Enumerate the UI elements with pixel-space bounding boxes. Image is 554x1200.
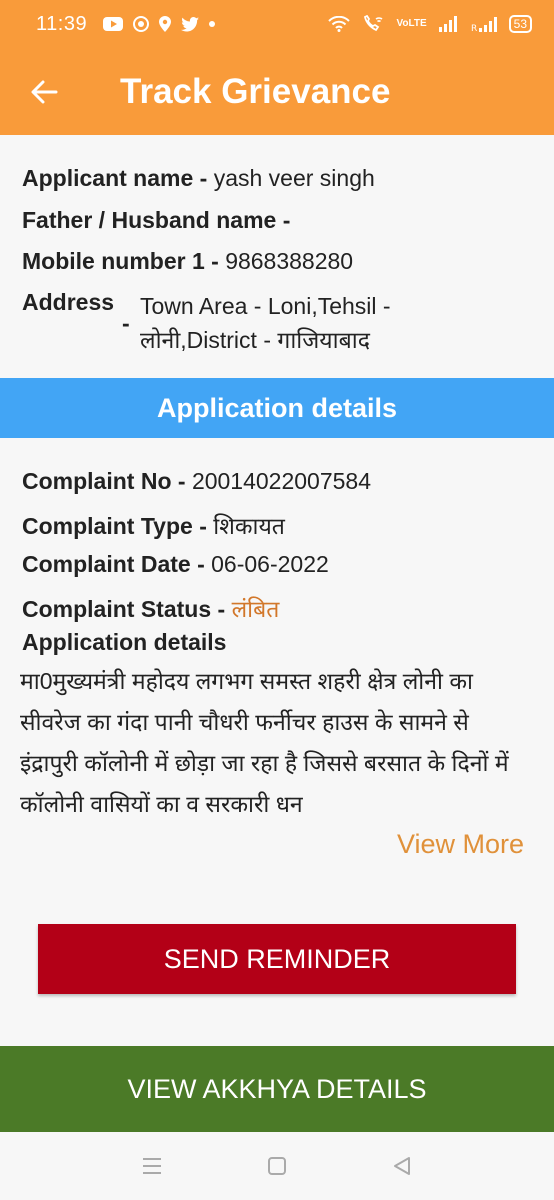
- view-akkhya-details-button[interactable]: VIEW AKKHYA DETAILS: [0, 1046, 554, 1132]
- signal-icon: [438, 16, 459, 32]
- back-arrow-icon: [31, 80, 58, 104]
- send-reminder-button[interactable]: SEND REMINDER: [38, 924, 516, 994]
- chrome-icon: [133, 16, 150, 32]
- application-details-header: Application details: [0, 378, 554, 438]
- volte-bottom-text: LTE: [408, 18, 427, 29]
- complaint-status-label: Complaint Status -: [22, 596, 226, 622]
- complaint-date-row: Complaint Date - 06-06-2022: [22, 551, 329, 578]
- complaint-no-value: 20014022007584: [191, 468, 372, 494]
- applicant-name-label: Applicant name -: [22, 165, 208, 191]
- complaint-no-row: Complaint No - 20014022007584: [22, 468, 371, 495]
- location-icon: [159, 16, 172, 32]
- complaint-type-label: Complaint Type -: [22, 513, 207, 539]
- father-name-row: Father / Husband name -: [22, 207, 290, 234]
- wifi-calling-icon: [362, 15, 384, 33]
- menu-lines-icon: [143, 1158, 162, 1174]
- complaint-status-value: लंबित: [231, 596, 280, 622]
- application-details-label: Application details: [22, 629, 227, 655]
- complaint-no-label: Complaint No -: [22, 468, 186, 494]
- status-bar: 11:39 Vo LTE R 53: [0, 0, 554, 48]
- system-nav-bar: [0, 1132, 554, 1200]
- complaint-type-value: शिकायत: [213, 513, 285, 539]
- status-time: 11:39: [36, 12, 88, 35]
- applicant-name-row: Applicant name - yash veer singh: [22, 165, 375, 192]
- page-title: Track Grievance: [120, 72, 391, 111]
- father-name-label: Father / Husband name -: [22, 207, 291, 233]
- svg-text:R: R: [471, 24, 477, 32]
- app-bar: Track Grievance: [0, 48, 554, 135]
- twitter-icon: [181, 16, 200, 32]
- volte-icon: Vo LTE: [396, 19, 426, 29]
- notification-dot-icon: [209, 21, 216, 27]
- square-icon: [267, 1157, 286, 1175]
- battery-icon: 53: [508, 15, 532, 33]
- mobile-number-value: 9868388280: [225, 248, 354, 274]
- volte-top-text: Vo: [396, 18, 409, 29]
- address-dash: -: [122, 310, 130, 336]
- address-value: Town Area - Loni,Tehsil - लोनी,District …: [140, 293, 391, 353]
- complaint-date-value: 06-06-2022: [211, 551, 329, 577]
- complaint-status-row: Complaint Status - लंबित: [22, 592, 279, 624]
- triangle-back-icon: [393, 1157, 410, 1175]
- back-button[interactable]: [24, 72, 64, 112]
- applicant-name-value: yash veer singh: [213, 165, 375, 191]
- address-label: Address: [22, 289, 115, 315]
- recent-apps-button[interactable]: [132, 1146, 172, 1186]
- system-back-button[interactable]: [382, 1146, 422, 1186]
- wifi-icon: [328, 16, 351, 32]
- mobile-number-label: Mobile number 1 -: [22, 248, 219, 274]
- complaint-type-row: Complaint Type - शिकायत: [22, 509, 285, 541]
- view-more-link[interactable]: View More: [397, 829, 524, 860]
- complaint-date-label: Complaint Date -: [22, 551, 205, 577]
- youtube-icon: [103, 17, 124, 31]
- application-details-text: मा0मुख्यमंत्री महोदय लगभग समस्त शहरी क्ष…: [20, 668, 509, 817]
- roaming-signal-icon: R: [471, 16, 497, 32]
- mobile-number-row: Mobile number 1 - 9868388280: [22, 248, 353, 275]
- home-button[interactable]: [257, 1146, 297, 1186]
